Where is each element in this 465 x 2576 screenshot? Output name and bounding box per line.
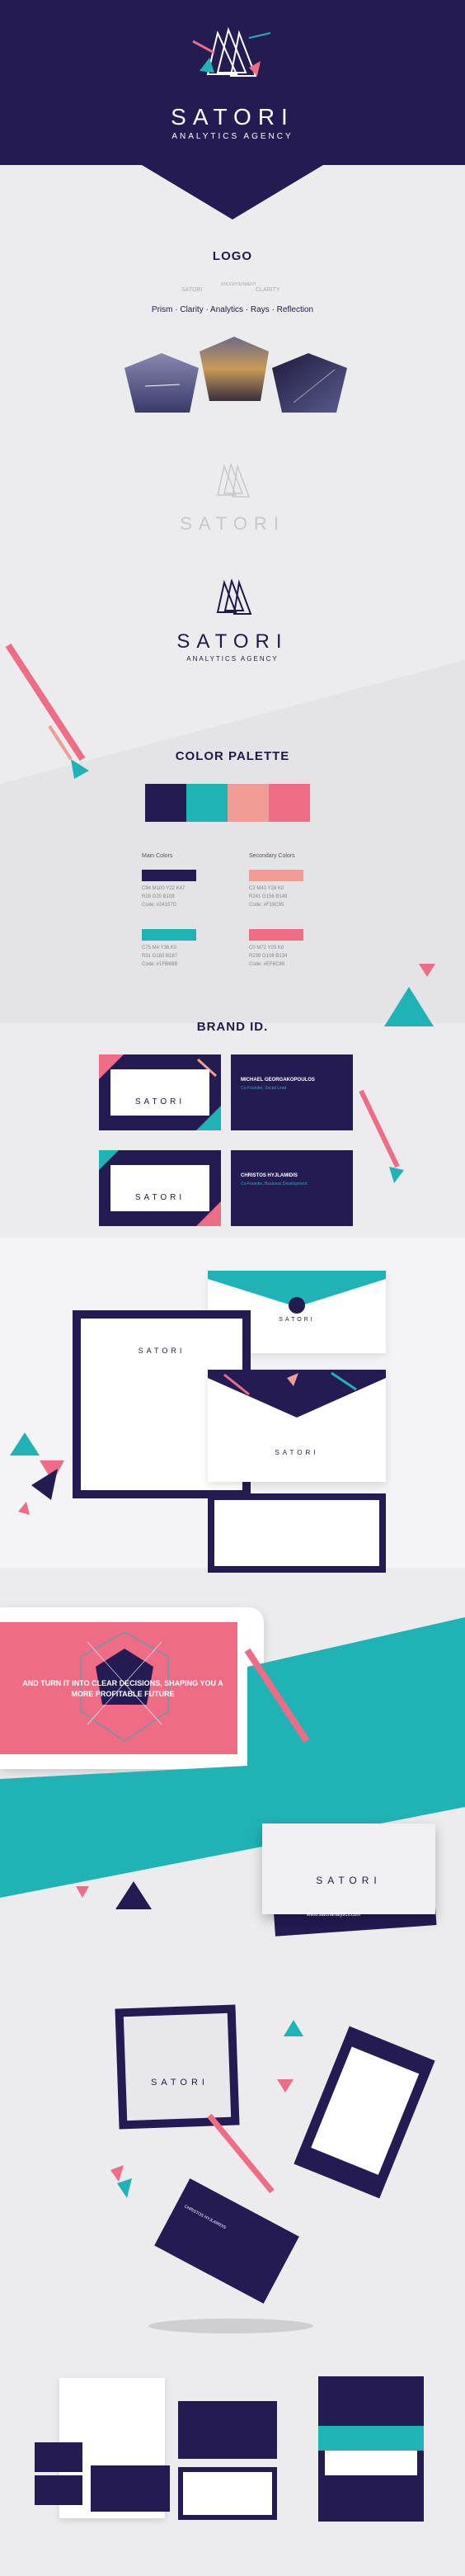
logo-heading: LOGO (212, 249, 253, 263)
overview-folder (318, 2376, 424, 2522)
spec-line: C0 M72 Y25 K0 (249, 946, 284, 951)
business-card-front-1: SATORI (99, 1054, 221, 1130)
overview-envelope-2 (178, 2467, 277, 2520)
secondary-spec-pink: C0 M72 Y25 K0 R239 G108 B134 Code: #EF6C… (249, 944, 287, 969)
card-mock-wordmark: SATORI (316, 1875, 382, 1886)
spec-line: R241 G156 B149 (249, 894, 288, 899)
business-card-front-2: SATORI (99, 1150, 221, 1226)
triangle-pink-scatter (277, 2079, 294, 2092)
compliment-card (208, 1493, 386, 1573)
palette-heading: COLOR PALETTE (175, 749, 290, 763)
card1-name: MICHAEL GEORGAKOPOULOS (241, 1078, 315, 1083)
header-chevron (142, 165, 323, 219)
scatter-wordmark: SATORI (151, 2078, 209, 2088)
overview-cards-2 (35, 2475, 82, 2505)
header-brand: SATORI (171, 104, 294, 130)
scatter-stick (207, 2113, 275, 2194)
spec-line: R28 G20 B108 (142, 894, 175, 899)
main-spec-navy: C94 M100 Y22 K47 R28 G20 B108 Code: #241… (142, 885, 185, 909)
swatch-pink (269, 784, 310, 822)
brandid-heading: BRAND ID. (196, 1020, 269, 1034)
card2-title: Co-Founder, Business Development (241, 1182, 308, 1187)
scatter-card-rotated (294, 2026, 435, 2199)
diagonal-stick-right (359, 1089, 404, 1183)
spec-line: Code: #EF6C86 (249, 962, 285, 967)
spec-line: R239 G108 B134 (249, 954, 288, 959)
business-card-back-2: CHRISTOS HYJLAMIDIS Co-Founder, Business… (231, 1150, 353, 1226)
ghost-wordmark: SATORI (180, 513, 285, 534)
triangle-pink-mid (76, 1886, 89, 1898)
main-swatch-navy (142, 870, 196, 881)
main-swatch-teal (142, 929, 196, 941)
envelope-wordmark: SATORI (275, 1449, 319, 1456)
main-spec-teal: C75 M4 Y36 K0 R31 G182 B187 Code: #1FB6B… (142, 944, 177, 969)
secondary-spec-peach: C2 M43 Y28 K0 R241 G156 B149 Code: #F19C… (249, 885, 287, 909)
spec-line: C2 M43 Y28 K0 (249, 886, 284, 891)
swatch-teal (186, 784, 228, 822)
web-url: www.satorianalytics.com (307, 1913, 361, 1918)
spec-line: Code: #24157D (142, 903, 177, 908)
ghost-logo-mark (217, 462, 251, 498)
header-tagline: ANALYTICS AGENCY (171, 132, 294, 141)
secondary-swatch-pink (249, 929, 303, 941)
scatter-triangles-left (110, 2165, 132, 2198)
card-mock-front: SATORI (262, 1823, 435, 1914)
concept-right: CLARITY (256, 287, 280, 293)
main-logo-mark (216, 579, 252, 615)
concept-left: SATORI (181, 287, 203, 293)
spec-line: Code: #1FB6BB (142, 962, 178, 967)
business-card-back-1: MICHAEL GEORGAKOPOULOS Co-Founder, Socia… (231, 1054, 353, 1130)
scatter-shadow (148, 2319, 313, 2333)
spec-line: Code: #F19C95 (249, 903, 284, 908)
triangle-pink-small (419, 964, 435, 977)
triangle-teal-scatter (284, 2020, 303, 2036)
palette-swatches (145, 784, 310, 822)
spec-line: C75 M4 Y36 K0 (142, 946, 177, 951)
secondary-swatch-peach (249, 870, 303, 881)
swatch-navy (145, 784, 186, 822)
spec-line: R31 G182 B187 (142, 954, 178, 959)
overview-card-back (91, 2465, 170, 2512)
card1-title: Co-Founder, Social Lead (241, 1086, 287, 1091)
overview-cards (35, 2442, 82, 2472)
secondary-colors-label: Secondary Colors (249, 853, 295, 859)
logo-concept-row: SATORI ENLIGHTENMENT CLARITY (181, 282, 289, 297)
pentagon-photos (124, 337, 347, 413)
envelope-pattern: SATORI (208, 1370, 386, 1482)
scatter-card-square (115, 2004, 240, 2130)
spec-line: C94 M100 Y22 K47 (142, 886, 186, 891)
card-wordmark: SATORI (134, 1097, 186, 1106)
triangle-navy-mid (115, 1881, 152, 1909)
stationery-triangles (10, 1432, 64, 1515)
logo-keywords: Prism · Clarity · Analytics · Rays · Ref… (151, 305, 314, 314)
overview-envelope-1 (178, 2401, 277, 2459)
concept-mid: ENLIGHTENMENT (221, 282, 256, 287)
header-logo-mark (192, 26, 271, 77)
card-wordmark: SATORI (134, 1193, 186, 1202)
card2-name: CHRISTOS HYJLAMIDIS (241, 1173, 298, 1178)
diagonal-band (0, 643, 465, 1023)
main-colors-label: Main Colors (142, 853, 173, 859)
swatch-peach (228, 784, 269, 822)
scatter-card-name: CHRISTOS HYJLAMIDIS (183, 2204, 228, 2231)
letterhead-wordmark: SATORI (138, 1347, 186, 1355)
